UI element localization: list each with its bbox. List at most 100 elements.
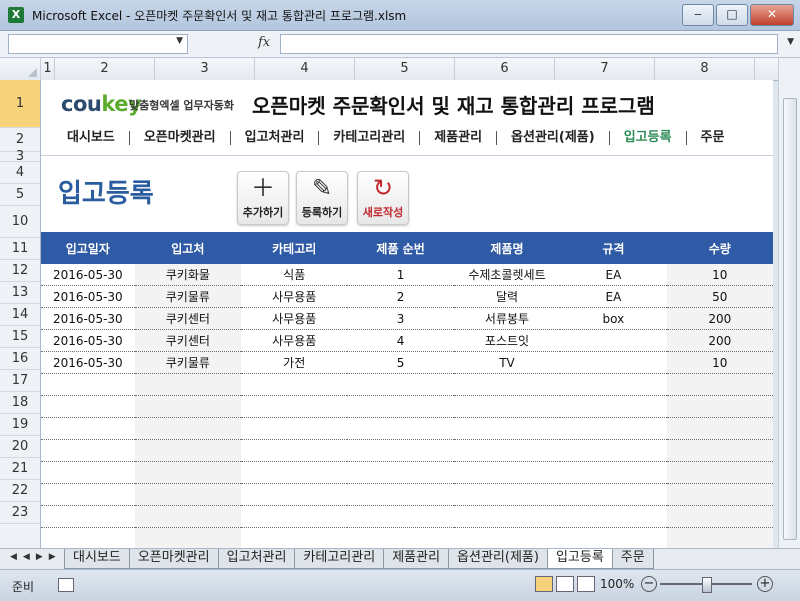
- table-cell[interactable]: 2016-05-30: [41, 351, 135, 374]
- row-header[interactable]: 15: [0, 326, 40, 348]
- table-cell[interactable]: 가전: [241, 351, 348, 374]
- column-header[interactable]: 4: [255, 58, 355, 80]
- table-cell[interactable]: [41, 373, 135, 396]
- select-all-button[interactable]: [0, 58, 41, 80]
- table-cell[interactable]: [134, 505, 242, 528]
- table-cell[interactable]: 2016-05-30: [41, 264, 135, 286]
- table-cell[interactable]: 2016-05-30: [41, 285, 135, 308]
- column-header[interactable]: 2: [55, 58, 155, 80]
- table-cell[interactable]: EA: [560, 285, 667, 308]
- table-cell[interactable]: [666, 373, 773, 396]
- table-cell[interactable]: [134, 527, 242, 548]
- table-cell[interactable]: 쿠키물류: [134, 285, 242, 308]
- row-header[interactable]: 10: [0, 206, 40, 238]
- register-button[interactable]: ✎ 등록하기: [296, 171, 348, 225]
- table-cell[interactable]: [560, 395, 667, 418]
- row-header[interactable]: 1: [0, 80, 40, 128]
- row-header[interactable]: 16: [0, 348, 40, 370]
- nav-item[interactable]: 대시보드: [41, 131, 130, 145]
- table-cell[interactable]: [347, 461, 454, 484]
- table-cell[interactable]: [666, 417, 773, 440]
- nav-item[interactable]: 옵션관리(제품): [497, 131, 610, 145]
- nav-item[interactable]: 입고등록: [610, 131, 687, 145]
- table-cell[interactable]: [453, 417, 561, 440]
- nav-item[interactable]: 제품관리: [420, 131, 498, 145]
- table-cell[interactable]: [666, 395, 773, 418]
- table-cell[interactable]: [666, 483, 773, 506]
- table-cell[interactable]: [41, 417, 135, 440]
- minimize-button[interactable]: ‒: [682, 4, 714, 26]
- table-cell[interactable]: 50: [666, 285, 773, 308]
- formula-input[interactable]: [280, 34, 778, 54]
- row-header[interactable]: 22: [0, 480, 40, 502]
- table-cell[interactable]: 4: [347, 329, 454, 352]
- sheet-tab[interactable]: 입고등록: [546, 549, 613, 569]
- table-cell[interactable]: 200: [666, 329, 773, 352]
- table-cell[interactable]: 2016-05-30: [41, 307, 135, 330]
- table-cell[interactable]: 쿠키센터: [134, 329, 242, 352]
- column-header[interactable]: 6: [455, 58, 555, 80]
- table-cell[interactable]: [134, 373, 242, 396]
- zoom-out-button[interactable]: −: [641, 576, 657, 592]
- macro-record-icon[interactable]: [58, 578, 74, 592]
- row-header[interactable]: 23: [0, 502, 40, 524]
- expand-formula-icon[interactable]: ▼: [787, 37, 794, 47]
- column-header[interactable]: 5: [355, 58, 455, 80]
- table-cell[interactable]: 서류봉투: [453, 307, 561, 330]
- table-cell[interactable]: 사무용품: [241, 329, 348, 352]
- table-cell[interactable]: 200: [666, 307, 773, 330]
- table-cell[interactable]: [134, 417, 242, 440]
- vertical-scroll-thumb[interactable]: [783, 98, 797, 540]
- table-cell[interactable]: 식품: [241, 264, 348, 286]
- table-cell[interactable]: [134, 395, 242, 418]
- table-cell[interactable]: 수제초콜렛세트: [453, 264, 561, 286]
- table-cell[interactable]: [347, 505, 454, 528]
- normal-view-icon[interactable]: [535, 576, 553, 592]
- column-header[interactable]: 7: [555, 58, 655, 80]
- table-cell[interactable]: 5: [347, 351, 454, 374]
- table-cell[interactable]: [347, 373, 454, 396]
- nav-item[interactable]: 카테고리관리: [319, 131, 421, 145]
- add-button[interactable]: ＋ 추가하기: [237, 171, 289, 225]
- table-cell[interactable]: 10: [666, 351, 773, 374]
- table-cell[interactable]: [41, 483, 135, 506]
- row-header[interactable]: 12: [0, 260, 40, 282]
- row-header[interactable]: 21: [0, 458, 40, 480]
- column-header[interactable]: 8: [655, 58, 755, 80]
- sheet-tab[interactable]: 제품관리: [383, 549, 450, 569]
- table-cell[interactable]: [134, 483, 242, 506]
- table-cell[interactable]: [134, 461, 242, 484]
- zoom-slider-thumb[interactable]: [702, 577, 712, 593]
- table-cell[interactable]: 쿠키물류: [134, 351, 242, 374]
- table-cell[interactable]: [453, 395, 561, 418]
- table-cell[interactable]: [41, 461, 135, 484]
- row-header[interactable]: 3: [0, 150, 40, 163]
- table-cell[interactable]: [41, 527, 135, 548]
- nav-item[interactable]: 입고처관리: [231, 131, 320, 145]
- table-cell[interactable]: [347, 417, 454, 440]
- page-break-view-icon[interactable]: [577, 576, 595, 592]
- table-cell[interactable]: [241, 461, 348, 484]
- table-cell[interactable]: [560, 417, 667, 440]
- table-cell[interactable]: [453, 373, 561, 396]
- table-cell[interactable]: [666, 461, 773, 484]
- table-cell[interactable]: [347, 527, 454, 548]
- column-header[interactable]: 3: [155, 58, 255, 80]
- table-cell[interactable]: TV: [453, 351, 561, 374]
- row-header[interactable]: 11: [0, 238, 40, 260]
- table-cell[interactable]: [134, 439, 242, 462]
- row-header[interactable]: 5: [0, 184, 40, 206]
- table-cell[interactable]: [666, 527, 773, 548]
- table-cell[interactable]: 10: [666, 264, 773, 286]
- table-cell[interactable]: [560, 461, 667, 484]
- table-cell[interactable]: [241, 439, 348, 462]
- sheet-tab[interactable]: 옵션관리(제품): [448, 549, 548, 569]
- name-box[interactable]: ▼: [8, 34, 188, 54]
- row-header[interactable]: 20: [0, 436, 40, 458]
- table-cell[interactable]: [560, 527, 667, 548]
- row-header[interactable]: 14: [0, 304, 40, 326]
- table-cell[interactable]: [560, 483, 667, 506]
- table-cell[interactable]: box: [560, 307, 667, 330]
- table-cell[interactable]: [453, 505, 561, 528]
- row-header[interactable]: 17: [0, 370, 40, 392]
